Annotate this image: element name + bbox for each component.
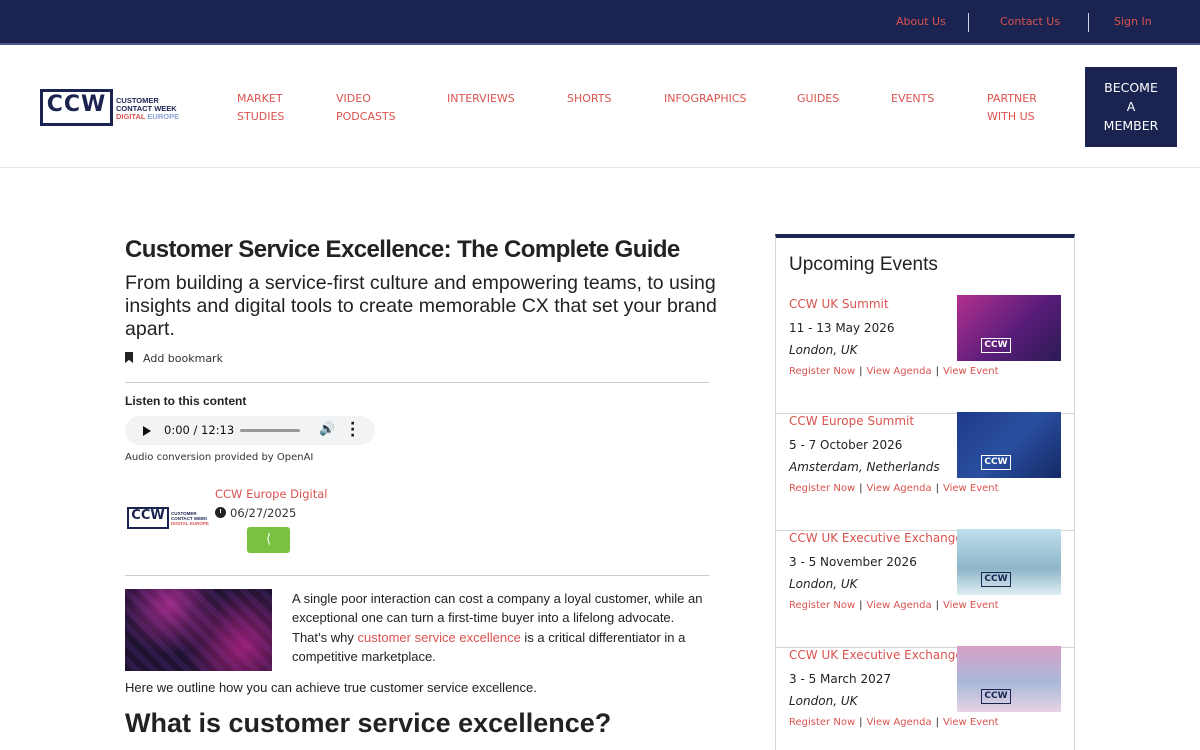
nav-shorts[interactable]: SHORTS	[567, 90, 611, 108]
register-now-link[interactable]: Register Now	[789, 600, 855, 611]
register-now-link[interactable]: Register Now	[789, 483, 855, 494]
nav-market-studies[interactable]: MARKET STUDIES	[237, 90, 284, 126]
event-links: Register Now | View Agenda | View Event	[789, 717, 999, 728]
view-event-link[interactable]: View Event	[943, 600, 999, 611]
event-dates: 5 - 7 October 2026	[789, 438, 903, 452]
view-agenda-link[interactable]: View Agenda	[867, 366, 932, 377]
event-location: London, UK	[789, 343, 858, 357]
view-agenda-link[interactable]: View Agenda	[867, 483, 932, 494]
about-us-link[interactable]: About Us	[896, 15, 946, 28]
nav-partner-with-us[interactable]: PARTNER WITH US	[987, 90, 1037, 126]
nav-guides[interactable]: GUIDES	[797, 90, 839, 108]
event-name-link[interactable]: CCW UK Executive Exchange	[789, 648, 963, 662]
main-nav: CCW CUSTOMER CONTACT WEEK DIGITAL EUROPE…	[0, 47, 1200, 168]
audio-player: 0:00 / 12:13 🔊 · · ·	[125, 416, 375, 445]
share-icon: ⟨	[265, 532, 272, 547]
event-name-link[interactable]: CCW Europe Summit	[789, 414, 914, 428]
add-bookmark-button[interactable]: Add bookmark	[125, 352, 223, 365]
become-a-member-button[interactable]: BECOME A MEMBER	[1085, 67, 1177, 147]
thumbnail-logo: CCW	[981, 689, 1011, 704]
contact-us-link[interactable]: Contact Us	[1000, 15, 1060, 28]
nav-infographics[interactable]: INFOGRAPHICS	[664, 90, 747, 108]
publish-date: 06/27/2025	[215, 506, 296, 520]
view-agenda-link[interactable]: View Agenda	[867, 600, 932, 611]
event-card: CCW UK Executive Exchange 3 - 5 March 20…	[776, 646, 1074, 750]
view-agenda-link[interactable]: View Agenda	[867, 717, 932, 728]
ccw-logo[interactable]: CCW CUSTOMER CONTACT WEEK DIGITAL EUROPE	[40, 89, 185, 127]
event-dates: 3 - 5 March 2027	[789, 672, 891, 686]
section-heading: What is customer service excellence?	[125, 708, 612, 738]
divider	[968, 13, 969, 32]
logo-text-line: DIGITAL EUROPE	[116, 112, 180, 121]
article-subtitle: From building a service-first culture an…	[125, 272, 717, 340]
author-logo: CCW CUSTOMER CONTACT WEEK DIGITAL EUROPE	[127, 507, 209, 529]
thumbnail-logo: CCW	[981, 572, 1011, 587]
article-hero-image	[125, 589, 272, 671]
audio-credit: Audio conversion provided by OpenAI	[125, 452, 314, 463]
play-icon[interactable]	[143, 426, 151, 436]
event-links: Register Now | View Agenda | View Event	[789, 483, 999, 494]
view-event-link[interactable]: View Event	[943, 717, 999, 728]
customer-service-excellence-link[interactable]: customer service excellence	[358, 630, 521, 645]
author-logo-line: DIGITAL EUROPE	[171, 521, 209, 526]
volume-icon[interactable]: 🔊	[319, 422, 335, 437]
article-outline: Here we outline how you can achieve true…	[125, 680, 537, 695]
thumbnail-logo: CCW	[981, 338, 1011, 353]
event-name-link[interactable]: CCW UK Summit	[789, 297, 889, 311]
audio-time: 0:00 / 12:13	[164, 423, 235, 437]
nav-events[interactable]: EVENTS	[891, 90, 934, 108]
event-thumbnail[interactable]: CCW	[957, 412, 1061, 478]
event-thumbnail[interactable]: CCW	[957, 295, 1061, 361]
bookmark-icon	[125, 352, 133, 363]
audio-progress-track[interactable]	[240, 429, 300, 432]
event-location: London, UK	[789, 577, 858, 591]
author-name-link[interactable]: CCW Europe Digital	[215, 487, 327, 501]
logo-mark: CCW	[46, 92, 107, 117]
event-name-link[interactable]: CCW UK Executive Exchange	[789, 531, 963, 545]
thumbnail-logo: CCW	[981, 455, 1011, 470]
more-options-icon[interactable]: · · ·	[350, 417, 355, 443]
register-now-link[interactable]: Register Now	[789, 366, 855, 377]
event-links: Register Now | View Agenda | View Event	[789, 366, 999, 377]
bookmark-label: Add bookmark	[143, 352, 223, 365]
event-thumbnail[interactable]: CCW	[957, 529, 1061, 595]
listen-label: Listen to this content	[125, 394, 247, 408]
nav-interviews[interactable]: INTERVIEWS	[447, 90, 515, 108]
divider	[1088, 13, 1089, 32]
event-dates: 3 - 5 November 2026	[789, 555, 917, 569]
sign-in-link[interactable]: Sign In	[1114, 15, 1152, 28]
event-dates: 11 - 13 May 2026	[789, 321, 895, 335]
event-links: Register Now | View Agenda | View Event	[789, 600, 999, 611]
event-location: London, UK	[789, 694, 858, 708]
upcoming-events-panel: Upcoming Events CCW UK Summit 11 - 13 Ma…	[775, 234, 1075, 750]
register-now-link[interactable]: Register Now	[789, 717, 855, 728]
article-title: Customer Service Excellence: The Complet…	[125, 236, 680, 263]
view-event-link[interactable]: View Event	[943, 483, 999, 494]
view-event-link[interactable]: View Event	[943, 366, 999, 377]
divider	[125, 382, 709, 383]
top-utility-bar: About Us Contact Us Sign In	[0, 0, 1200, 45]
share-button[interactable]: ⟨	[247, 527, 290, 553]
sidebar-title: Upcoming Events	[789, 254, 938, 275]
author-logo-mark: CCW	[131, 508, 165, 523]
divider	[125, 575, 709, 576]
event-location: Amsterdam, Netherlands	[789, 460, 940, 474]
clock-icon	[215, 507, 226, 518]
event-thumbnail[interactable]: CCW	[957, 646, 1061, 712]
article-intro: A single poor interaction can cost a com…	[292, 591, 703, 665]
event-card: CCW UK Executive Exchange 3 - 5 November…	[776, 529, 1074, 648]
nav-video-podcasts[interactable]: VIDEO PODCASTS	[336, 90, 396, 126]
event-card: CCW Europe Summit 5 - 7 October 2026 Ams…	[776, 412, 1074, 531]
event-card: CCW UK Summit 11 - 13 May 2026 London, U…	[776, 295, 1074, 414]
